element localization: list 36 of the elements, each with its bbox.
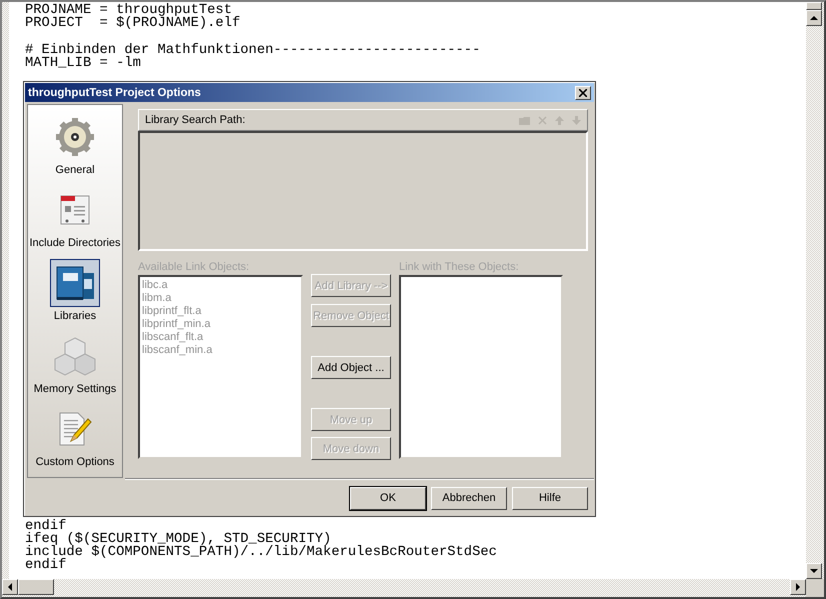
search-path-label: Library Search Path: <box>145 114 246 126</box>
down-arrow-icon <box>810 567 818 575</box>
sidebar-item[interactable]: General <box>28 109 122 182</box>
dialog-button[interactable]: Hilfe <box>512 486 588 510</box>
card-icon <box>59 194 91 226</box>
scrollbar-thumb[interactable] <box>806 2 822 10</box>
dialog-button[interactable]: Abbrechen <box>431 486 507 510</box>
sidebar-item[interactable]: Include Directories <box>28 182 122 255</box>
code-line: endif <box>25 559 68 572</box>
dialog-title: throughputTest Project Options <box>28 86 201 98</box>
note-pencil-icon <box>57 411 93 447</box>
code-line: PROJNAME = throughputTest <box>25 4 232 17</box>
sidebar-item[interactable]: Memory Settings <box>28 328 122 401</box>
sidebar-item[interactable]: Libraries <box>28 255 122 328</box>
right-arrow-icon <box>794 583 802 591</box>
scrollbar-thumb[interactable] <box>18 579 54 595</box>
code-line: MATH_LIB = -lm <box>25 57 142 70</box>
scroll-left-button[interactable] <box>2 579 18 595</box>
code-line: PROJECT = $(PROJNAME).elf <box>25 17 242 30</box>
cubes-icon <box>54 336 96 376</box>
code-line: # Einbinden der Mathfunktionen------------------------- <box>25 44 482 57</box>
up-arrow-icon <box>810 14 818 22</box>
close-button[interactable] <box>575 86 591 100</box>
left-arrow-icon <box>6 583 14 591</box>
code-line: endif <box>25 520 68 533</box>
code-line: ifeq ($(SECURITY_MODE), STD_SECURITY) <box>25 533 332 546</box>
scroll-up-button[interactable] <box>806 10 822 26</box>
scroll-down-button[interactable] <box>806 563 822 579</box>
gear-icon <box>55 117 95 157</box>
linked-objects-list[interactable] <box>399 275 563 459</box>
dialog-button[interactable]: OK <box>350 486 426 510</box>
action-button[interactable]: Add Object ... <box>311 356 391 379</box>
code-line: include $(COMPONENTS_PATH)/../lib/MakerulesBcRouterStdSec <box>25 546 498 559</box>
sidebar-item[interactable]: Custom Options <box>28 401 122 474</box>
close-icon <box>579 88 587 96</box>
scroll-right-button[interactable] <box>790 579 806 595</box>
